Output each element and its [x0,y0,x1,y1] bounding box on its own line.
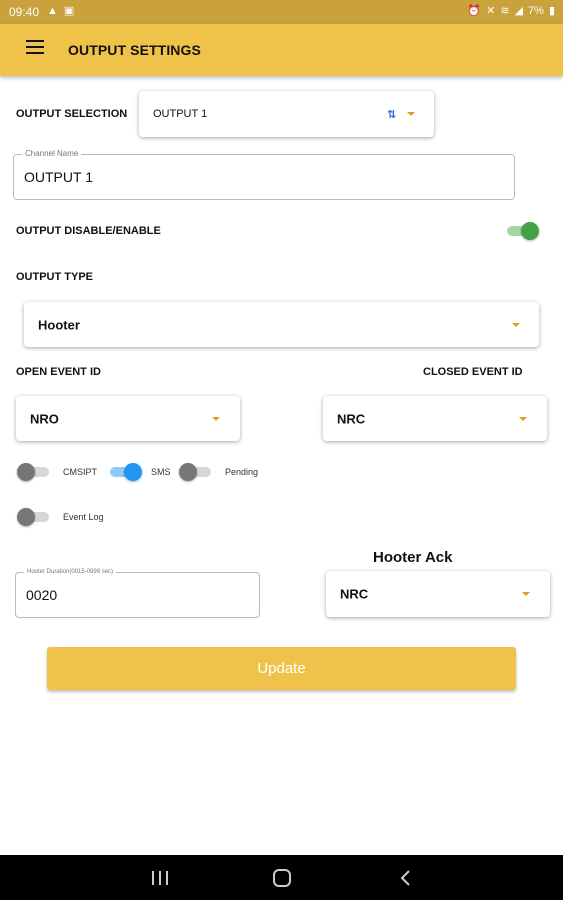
chevron-down-icon [522,592,530,596]
cmsipt-toggle[interactable] [17,462,51,482]
sms-toggle[interactable] [108,462,142,482]
home-icon[interactable] [270,866,294,890]
chevron-down-icon [407,112,415,116]
wifi-icon: ≋ [500,5,510,17]
hooter-ack-value: NRC [340,586,369,602]
hooter-ack-dropdown[interactable]: NRC [326,571,550,617]
cmsipt-label: CMSIPT [63,467,98,477]
sms-label: SMS [151,467,171,477]
closed-event-value: NRC [337,411,366,426]
output-type-label: OUTPUT TYPE [16,271,94,283]
sim-icon: ▣ [63,5,75,17]
channel-name-value: OUTPUT 1 [24,169,93,185]
warning-icon: ▲ [47,5,58,17]
open-event-dropdown[interactable]: NRO [16,396,240,441]
alarm-icon: ⏰ [467,5,482,17]
chevron-down-icon [212,417,220,421]
update-button[interactable]: Update [47,647,516,690]
hooter-duration-value: 0020 [26,587,58,603]
status-time: 09:40 [9,5,40,19]
hooter-duration-field[interactable]: Hooter Duration(0015-0999 sec) 0020 [15,569,260,618]
output-type-value: Hooter [38,317,80,332]
output-selection-value: OUTPUT 1 [153,108,208,120]
closed-event-label: CLOSED EVENT ID [423,366,523,378]
page-title: OUTPUT SETTINGS [68,42,201,58]
pending-toggle[interactable] [179,462,213,482]
event-log-label: Event Log [63,512,104,522]
output-type-dropdown[interactable]: Hooter [24,302,539,347]
chevron-down-icon [519,417,527,421]
sort-icon: ⇅ [387,109,397,121]
enable-label: OUTPUT DISABLE/ENABLE [16,225,161,237]
back-icon[interactable] [394,866,418,890]
channel-name-label: Channel Name [22,149,82,158]
pending-label: Pending [225,467,259,477]
output-selection-label: OUTPUT SELECTION [16,108,128,120]
signal-icon: ◢ [514,5,524,17]
status-bar: 09:40 ▲ ▣ ⏰ ✕ ≋ ◢ 7% ▮ [0,0,563,24]
system-nav-bar [0,855,563,900]
battery-percent: 7% [528,5,544,17]
open-event-value: NRO [30,411,59,426]
menu-icon[interactable] [26,40,48,60]
app-bar: OUTPUT SETTINGS [0,24,563,76]
closed-event-dropdown[interactable]: NRC [323,396,547,441]
output-selection-dropdown[interactable]: OUTPUT 1 ⇅ [139,91,434,137]
battery-icon: ▮ [548,5,555,17]
hooter-duration-label: Hooter Duration(0015-0999 sec) [24,569,117,575]
mute-icon: ✕ [486,5,496,17]
event-log-toggle[interactable] [17,507,51,527]
recent-apps-icon[interactable] [148,866,172,890]
enable-toggle[interactable] [505,221,539,241]
hooter-ack-label: Hooter Ack [373,549,453,566]
open-event-label: OPEN EVENT ID [16,366,101,378]
chevron-down-icon [512,323,520,327]
channel-name-field[interactable]: Channel Name OUTPUT 1 [13,149,515,200]
